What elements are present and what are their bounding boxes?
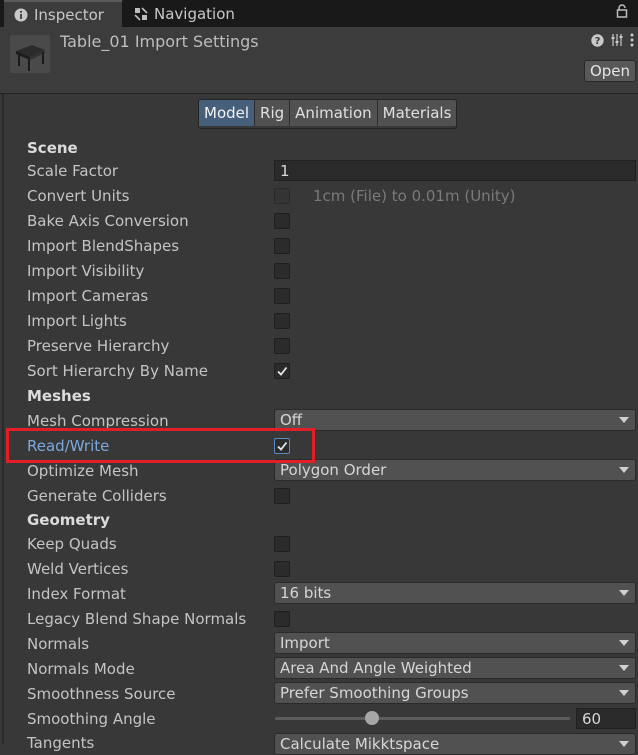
open-button[interactable]: Open <box>584 60 636 82</box>
presets-icon[interactable] <box>610 33 624 51</box>
tab-rig[interactable]: Rig <box>254 100 290 126</box>
legacy-blend-normals-checkbox[interactable] <box>274 611 290 627</box>
help-icon[interactable]: ? <box>591 33 604 51</box>
chevron-down-icon <box>619 640 629 646</box>
scale-factor-label: Scale Factor <box>27 162 119 180</box>
optimize-mesh-label: Optimize Mesh <box>27 462 139 480</box>
normals-mode-label: Normals Mode <box>27 660 135 678</box>
highlight-box <box>6 428 315 463</box>
tab-navigation[interactable]: Navigation <box>124 0 254 27</box>
scale-factor-input[interactable]: 1 <box>274 160 636 181</box>
import-visibility-checkbox[interactable] <box>274 263 290 279</box>
import-blendshapes-label: Import BlendShapes <box>27 237 180 255</box>
dropdown-value: Area And Angle Weighted <box>280 659 472 677</box>
section-scene: Scene <box>27 139 78 157</box>
chevron-down-icon <box>619 417 629 423</box>
tab-label: Navigation <box>154 4 235 23</box>
import-cameras-label: Import Cameras <box>27 287 149 305</box>
mesh-compression-dropdown[interactable]: Off <box>274 409 636 431</box>
dropdown-value: 16 bits <box>280 584 332 602</box>
import-blendshapes-checkbox[interactable] <box>274 238 290 254</box>
chevron-down-icon <box>619 467 629 473</box>
normals-label: Normals <box>27 635 90 653</box>
info-icon <box>14 8 28 22</box>
weld-vertices-label: Weld Vertices <box>27 560 129 578</box>
chevron-down-icon <box>619 741 629 747</box>
smoothness-source-dropdown[interactable]: Prefer Smoothing Groups <box>274 682 636 704</box>
dropdown-value: Import <box>280 634 330 652</box>
index-format-label: Index Format <box>27 585 126 603</box>
generate-colliders-checkbox[interactable] <box>274 488 290 504</box>
import-cameras-checkbox[interactable] <box>274 288 290 304</box>
tangents-dropdown[interactable]: Calculate Mikktspace <box>274 733 636 755</box>
optimize-mesh-dropdown[interactable]: Polygon Order <box>274 459 636 481</box>
tab-model[interactable]: Model <box>199 100 255 126</box>
tab-inspector[interactable]: Inspector <box>4 0 122 27</box>
tab-bar: Inspector Navigation <box>0 0 638 27</box>
smoothness-source-label: Smoothness Source <box>27 685 176 703</box>
convert-units-label: Convert Units <box>27 187 130 205</box>
chevron-down-icon <box>619 590 629 596</box>
smoothing-angle-label: Smoothing Angle <box>27 710 156 728</box>
asset-title: Table_01 Import Settings <box>60 32 259 51</box>
convert-units-checkbox[interactable] <box>274 188 290 204</box>
preserve-hierarchy-checkbox[interactable] <box>274 338 290 354</box>
keep-quads-label: Keep Quads <box>27 535 117 553</box>
convert-units-note: 1cm (File) to 0.01m (Unity) <box>313 187 516 205</box>
normals-mode-dropdown[interactable]: Area And Angle Weighted <box>274 657 636 679</box>
import-visibility-label: Import Visibility <box>27 262 145 280</box>
dropdown-value: Calculate Mikktspace <box>280 735 440 753</box>
legacy-blend-normals-label: Legacy Blend Shape Normals <box>27 610 247 628</box>
index-format-dropdown[interactable]: 16 bits <box>274 582 636 604</box>
preserve-hierarchy-label: Preserve Hierarchy <box>27 337 170 355</box>
weld-vertices-checkbox[interactable] <box>274 561 290 577</box>
section-meshes: Meshes <box>27 387 91 405</box>
section-geometry: Geometry <box>27 511 110 529</box>
navigation-icon <box>134 6 148 21</box>
tab-materials[interactable]: Materials <box>376 100 457 126</box>
keep-quads-checkbox[interactable] <box>274 536 290 552</box>
import-tabs: Model Rig Animation Materials <box>198 99 458 129</box>
generate-colliders-label: Generate Colliders <box>27 487 167 505</box>
smoothing-angle-slider[interactable] <box>275 717 570 720</box>
import-lights-label: Import Lights <box>27 312 127 330</box>
tangents-label: Tangents <box>27 734 95 752</box>
slider-handle[interactable] <box>365 711 380 725</box>
chevron-down-icon <box>619 665 629 671</box>
tab-animation[interactable]: Animation <box>289 100 377 126</box>
dropdown-value: Prefer Smoothing Groups <box>280 684 469 702</box>
sort-hierarchy-checkbox[interactable] <box>274 363 290 379</box>
chevron-down-icon <box>619 690 629 696</box>
asset-thumbnail <box>10 35 50 73</box>
checkmark-icon <box>277 366 288 376</box>
bake-axis-label: Bake Axis Conversion <box>27 212 189 230</box>
dropdown-value: Off <box>280 411 303 429</box>
svg-text:?: ? <box>595 36 601 47</box>
more-options-icon[interactable] <box>630 33 634 51</box>
dropdown-value: Polygon Order <box>280 461 387 479</box>
smoothing-angle-input[interactable]: 60 <box>576 708 636 729</box>
lock-icon[interactable] <box>616 4 628 22</box>
import-lights-checkbox[interactable] <box>274 313 290 329</box>
sort-hierarchy-label: Sort Hierarchy By Name <box>27 362 208 380</box>
tab-label: Inspector <box>34 5 104 24</box>
header-icons: ? <box>591 33 634 51</box>
bake-axis-checkbox[interactable] <box>274 213 290 229</box>
normals-dropdown[interactable]: Import <box>274 632 636 654</box>
left-divider <box>2 94 4 744</box>
